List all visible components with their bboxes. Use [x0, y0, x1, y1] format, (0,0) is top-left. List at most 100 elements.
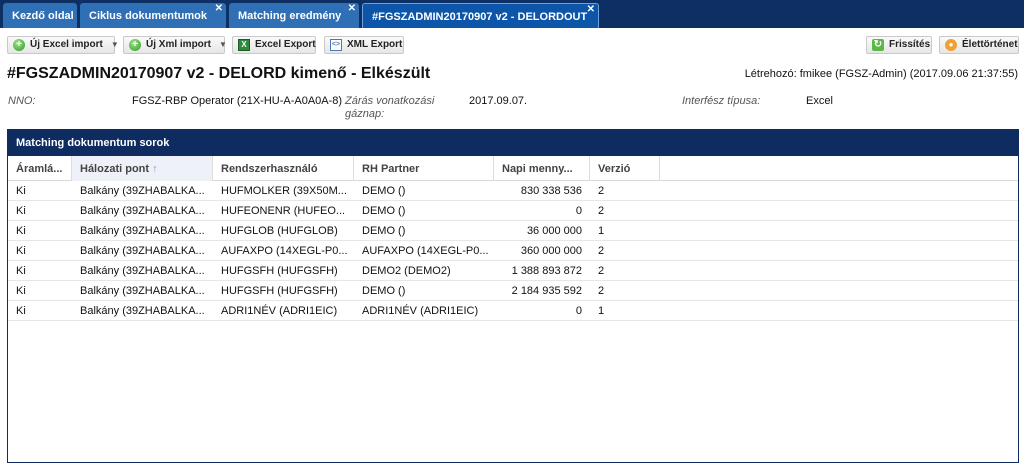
table-row[interactable]: Ki Balkány (39ZHABALKA... HUFGSFH (HUFGSFH…	[8, 261, 1018, 281]
tab-label: Ciklus dokumentumok	[89, 10, 207, 22]
cell-flow: Ki	[16, 225, 26, 237]
tab-cycle-documents[interactable]: Ciklus dokumentumok ✕	[80, 3, 226, 28]
cell-rh-partner: AUFAXPO (14XEGL-P0...	[362, 245, 489, 257]
table-row[interactable]: Ki Balkány (39ZHABALKA... ADRI1NÉV (ADRI1E…	[8, 301, 1018, 321]
tab-document[interactable]: #FGSZADMIN20170907 v2 - DELORDOUT ✕	[362, 3, 599, 28]
close-icon[interactable]: ✕	[215, 4, 223, 14]
column-header-flow[interactable]: Áramlá...	[8, 156, 72, 181]
table-header: Áramlá... Hálozati pont ↑ Rendszerhasznál…	[8, 156, 1018, 181]
interface-type-label: Interfész típusa:	[682, 95, 761, 107]
cell-version: 2	[598, 205, 605, 217]
tab-label: #FGSZADMIN20170907 v2 - DELORDOUT	[372, 11, 588, 23]
cell-flow: Ki	[16, 185, 26, 197]
sort-ascending-icon: ↑	[152, 163, 158, 175]
gasday-label-line1: Zárás vonatkozási	[345, 95, 435, 107]
close-icon[interactable]: ✕	[587, 5, 595, 15]
table-row[interactable]: Ki Balkány (39ZHABALKA... AUFAXPO (14XEGL-…	[8, 241, 1018, 261]
column-label: Hálozati pont	[80, 163, 150, 175]
column-label: Napi menny...	[502, 163, 573, 175]
plus-icon: +	[129, 39, 141, 51]
tab-matching-result[interactable]: Matching eredmény ✕	[229, 3, 359, 28]
page-title: #FGSZADMIN20170907 v2 - DELORD kimenő - …	[7, 65, 431, 82]
cell-version: 2	[598, 285, 605, 297]
cell-network-point: Balkány (39ZHABALKA...	[80, 245, 205, 257]
column-header-system-user[interactable]: Rendszerhasználó	[213, 156, 354, 181]
tab-label: Kezdő oldal	[12, 10, 74, 22]
cell-daily-quantity: 360 000 000	[520, 245, 582, 257]
cell-network-point: Balkány (39ZHABALKA...	[80, 305, 205, 317]
matching-rows-panel: Matching dokumentum sorok Áramlá... Hálo…	[7, 129, 1019, 463]
refresh-button[interactable]: ↻ Frissítés	[866, 36, 932, 54]
cell-version: 1	[598, 225, 605, 237]
tab-label: Matching eredmény	[238, 10, 342, 22]
cell-network-point: Balkány (39ZHABALKA...	[80, 285, 205, 297]
column-header-rh-partner[interactable]: RH Partner	[354, 156, 494, 181]
history-label: Élettörténet	[962, 39, 1018, 50]
excel-import-label: Új Excel import	[30, 39, 103, 50]
cell-daily-quantity: 2 184 935 592	[511, 285, 582, 297]
cell-flow: Ki	[16, 205, 26, 217]
history-icon: ●	[945, 39, 957, 51]
cell-rh-partner: ADRI1NÉV (ADRI1EIC)	[362, 305, 479, 317]
column-label: Verzió	[598, 163, 631, 175]
creator-info: Létrehozó: fmikee (FGSZ-Admin) (2017.09.…	[744, 68, 1018, 80]
cell-system-user: HUFMOLKER (39X50M...	[221, 185, 347, 197]
cell-daily-quantity: 0	[575, 305, 582, 317]
cell-network-point: Balkány (39ZHABALKA...	[80, 265, 205, 277]
plus-icon: +	[13, 39, 25, 51]
refresh-icon: ↻	[872, 39, 884, 51]
history-button[interactable]: ● Élettörténet	[939, 36, 1019, 54]
cell-rh-partner: DEMO ()	[362, 205, 406, 217]
cell-version: 2	[598, 245, 605, 257]
nno-label: NNO:	[8, 95, 36, 107]
cell-rh-partner: DEMO2 (DEMO2)	[362, 265, 451, 277]
table-row[interactable]: Ki Balkány (39ZHABALKA... HUFEONENR (HUFEO…	[8, 201, 1018, 221]
cell-system-user: HUFEONENR (HUFEO...	[221, 205, 346, 217]
excel-export-label: Excel Export	[255, 39, 316, 50]
cell-system-user: HUFGSFH (HUFGSFH)	[221, 285, 338, 297]
cell-flow: Ki	[16, 305, 26, 317]
cell-flow: Ki	[16, 265, 26, 277]
cell-network-point: Balkány (39ZHABALKA...	[80, 205, 205, 217]
xml-export-label: XML Export	[347, 39, 403, 50]
table-row[interactable]: Ki Balkány (39ZHABALKA... HUFMOLKER (39X50…	[8, 181, 1018, 201]
cell-rh-partner: DEMO ()	[362, 225, 406, 237]
column-header-daily-quantity[interactable]: Napi menny...	[494, 156, 590, 181]
tab-bar: Kezdő oldal Ciklus dokumentumok ✕ Matchi…	[0, 0, 1024, 28]
cell-network-point: Balkány (39ZHABALKA...	[80, 185, 205, 197]
panel-title: Matching dokumentum sorok	[8, 130, 1018, 156]
refresh-label: Frissítés	[889, 39, 931, 50]
cell-system-user: HUFGSFH (HUFGSFH)	[221, 265, 338, 277]
column-header-version[interactable]: Verzió	[590, 156, 660, 181]
tab-home[interactable]: Kezdő oldal	[3, 3, 77, 28]
column-label: Rendszerhasználó	[221, 163, 318, 175]
table-row[interactable]: Ki Balkány (39ZHABALKA... HUFGSFH (HUFGSFH…	[8, 281, 1018, 301]
gasday-value: 2017.09.07.	[469, 95, 528, 107]
column-label: RH Partner	[362, 163, 420, 175]
xml-import-button[interactable]: + Új Xml import ▼	[123, 36, 227, 54]
cell-rh-partner: DEMO ()	[362, 285, 406, 297]
cell-flow: Ki	[16, 285, 26, 297]
excel-icon: X	[238, 39, 250, 51]
toolbar: + Új Excel import ▼ + Új Xml import ▼ X Ex…	[0, 28, 1024, 60]
excel-export-button[interactable]: X Excel Export	[232, 36, 316, 54]
gasday-label-line2: gáznap:	[345, 108, 385, 120]
cell-rh-partner: DEMO ()	[362, 185, 406, 197]
cell-daily-quantity: 830 338 536	[520, 185, 582, 197]
cell-system-user: ADRI1NÉV (ADRI1EIC)	[221, 305, 338, 317]
excel-import-button[interactable]: + Új Excel import ▼	[7, 36, 119, 54]
cell-network-point: Balkány (39ZHABALKA...	[80, 225, 205, 237]
cell-daily-quantity: 36 000 000	[526, 225, 582, 237]
cell-flow: Ki	[16, 245, 26, 257]
cell-daily-quantity: 1 388 893 872	[511, 265, 582, 277]
nno-value: FGSZ-RBP Operator (21X-HU-A-A0A0A-8)	[132, 95, 343, 107]
close-icon[interactable]: ✕	[348, 4, 356, 14]
cell-system-user: AUFAXPO (14XEGL-P0...	[221, 245, 348, 257]
column-label: Áramlá...	[16, 163, 63, 175]
xml-icon: <>	[330, 39, 342, 51]
xml-export-button[interactable]: <> XML Export	[324, 36, 404, 54]
table-row[interactable]: Ki Balkány (39ZHABALKA... HUFGLOB (HUFGLOB…	[8, 221, 1018, 241]
chevron-down-icon: ▼	[219, 40, 227, 49]
cell-system-user: HUFGLOB (HUFGLOB)	[221, 225, 338, 237]
column-header-network-point[interactable]: Hálozati pont ↑	[72, 156, 213, 181]
